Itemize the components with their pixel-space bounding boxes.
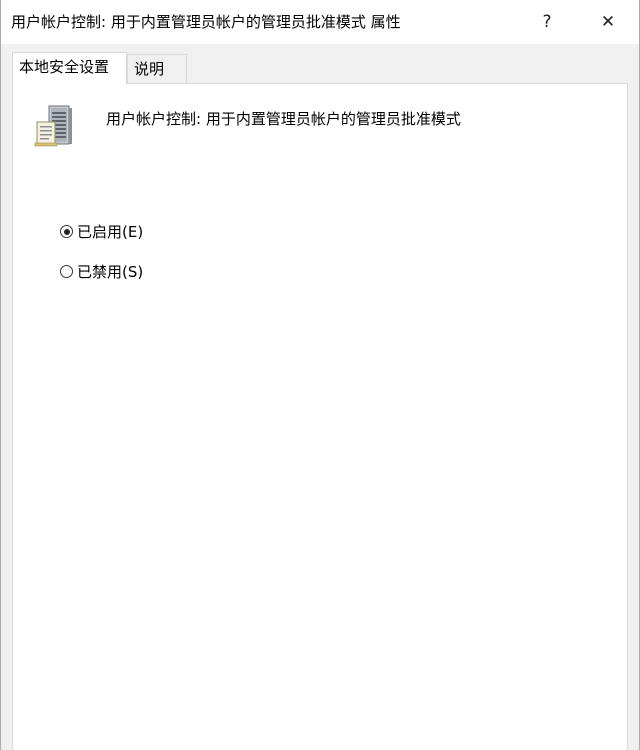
radio-enabled-label[interactable]: 已启用(E) (77, 221, 143, 242)
close-icon: ✕ (600, 12, 616, 32)
dialog-title: 用户帐户控制: 用于内置管理员帐户的管理员批准模式 属性 (11, 13, 401, 31)
close-button[interactable]: ✕ (585, 0, 631, 44)
tab-local-security-setting[interactable]: 本地安全设置 (12, 52, 127, 85)
radio-enabled[interactable]: 已启用(E) (60, 221, 143, 242)
radio-disabled[interactable]: 已禁用(S) (60, 261, 143, 282)
tab-strip: 本地安全设置 说明 (1, 44, 639, 85)
radio-disabled-label[interactable]: 已禁用(S) (77, 261, 143, 282)
tab-panel: 用户帐户控制: 用于内置管理员帐户的管理员批准模式 已启用(E) 已禁用(S) (12, 83, 628, 750)
server-computer-icon (34, 105, 72, 147)
policy-name: 用户帐户控制: 用于内置管理员帐户的管理员批准模式 (106, 110, 461, 128)
radio-enabled-indicator[interactable] (60, 225, 73, 238)
title-bar: 用户帐户控制: 用于内置管理员帐户的管理员批准模式 属性 ? ✕ (1, 0, 639, 44)
tab-explain[interactable]: 说明 (127, 54, 187, 84)
help-button[interactable]: ? (524, 0, 570, 44)
radio-disabled-indicator[interactable] (60, 265, 73, 278)
help-icon: ? (542, 12, 552, 32)
properties-dialog: 用户帐户控制: 用于内置管理员帐户的管理员批准模式 属性 ? ✕ 本地安全设置 … (0, 0, 640, 750)
